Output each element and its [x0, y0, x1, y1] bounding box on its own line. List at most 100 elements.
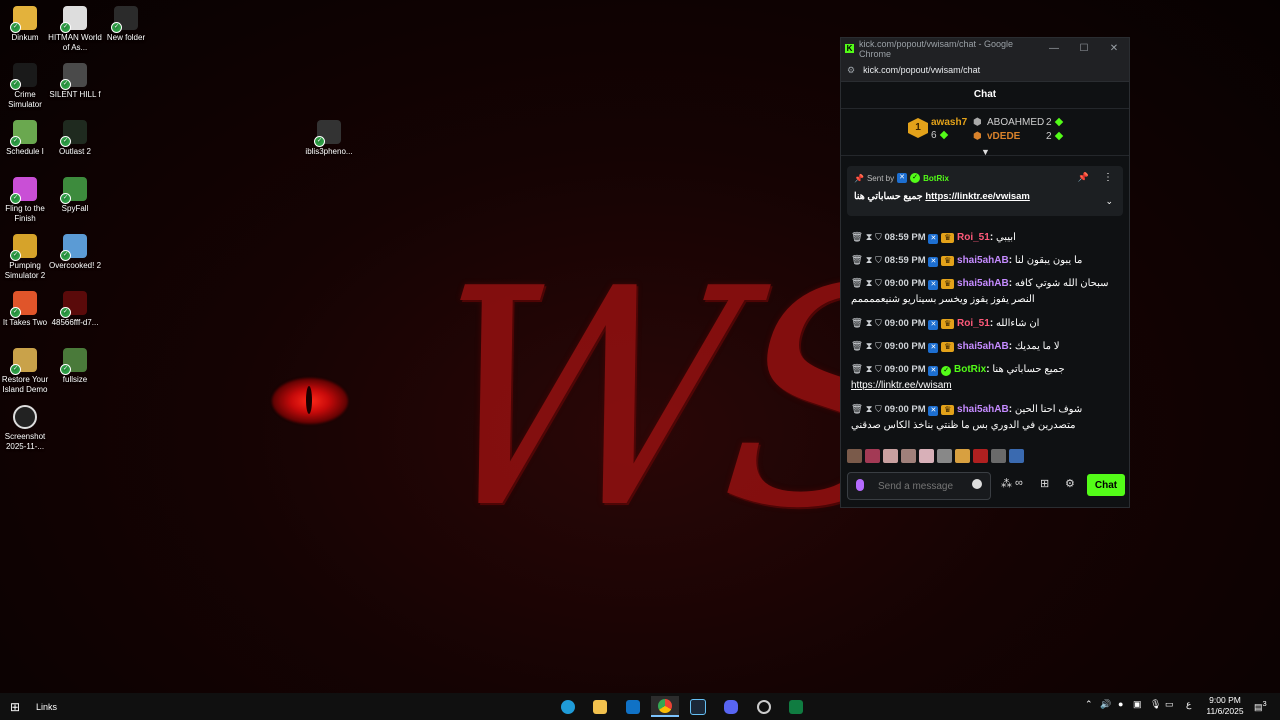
- leaderboard-third-name[interactable]: vDEDE: [987, 131, 1020, 142]
- close-icon[interactable]: ✕: [1099, 43, 1129, 54]
- taskbar-discord[interactable]: [717, 696, 745, 717]
- chat-message[interactable]: 🗑 ⧗ ⛉ 09:00 PM ✕ ♛ shai5ahAB: لا ما يمدي…: [851, 339, 1121, 355]
- url-text[interactable]: kick.com/popout/vwisam/chat: [863, 65, 980, 75]
- emote-button[interactable]: [1009, 449, 1024, 463]
- message-username[interactable]: BotRix: [954, 364, 986, 375]
- gift-gem-icon: [939, 130, 948, 140]
- steam-icon: [690, 698, 706, 715]
- microphone-icon[interactable]: [856, 479, 864, 491]
- emote-button[interactable]: [865, 449, 880, 463]
- expand-chevron-icon[interactable]: ⌄: [1105, 196, 1113, 207]
- site-settings-icon[interactable]: ⚙: [847, 65, 855, 76]
- desktop-icon-48566fff[interactable]: ✓ 48566fff-d7...: [47, 291, 103, 328]
- chat-message[interactable]: 🗑 ⧗ ⛉ 08:59 PM ✕ ♛ shai5ahAB: ما يبون يب…: [851, 253, 1121, 269]
- minimize-icon[interactable]: —: [1039, 43, 1069, 54]
- desktop-icon-it-takes-two[interactable]: ✓ It Takes Two: [0, 291, 53, 328]
- emote-button[interactable]: [883, 449, 898, 463]
- emoji-picker-icon[interactable]: [972, 479, 982, 489]
- chat-message[interactable]: 🗑 ⧗ ⛉ 09:00 PM ✕ ♛ shai5ahAB: سبحان الله…: [851, 276, 1121, 308]
- desktop-icon-spyfall[interactable]: ✓ SpyFall: [47, 177, 103, 214]
- message-input[interactable]: [876, 477, 970, 495]
- emote-button[interactable]: [919, 449, 934, 463]
- desktop-icon-dinkum[interactable]: ✓ Dinkum: [0, 6, 53, 43]
- network-icon[interactable]: ▭: [1165, 699, 1174, 710]
- chat-message[interactable]: 🗑 ⧗ ⛉ 08:59 PM ✕ ♛ Roi_51: ابيبي: [851, 230, 1121, 246]
- excel-icon: [789, 699, 803, 714]
- message-meta: 🗑 ⧗ ⛉ 09:00 PM: [851, 318, 926, 329]
- desktop-icon-new-folder[interactable]: ✓ New folder: [98, 6, 154, 43]
- taskbar-chrome[interactable]: [651, 696, 679, 717]
- gold-medal-icon: 1: [908, 118, 928, 138]
- leaderboard-first-name[interactable]: awash7: [931, 117, 967, 128]
- taskbar-clock[interactable]: 9:00 PM 11/6/2025: [1200, 695, 1250, 717]
- emote-button[interactable]: [847, 449, 862, 463]
- desktop-icon-fullsize[interactable]: ✓ fullsize: [47, 348, 103, 385]
- emote-button[interactable]: [937, 449, 952, 463]
- desktop-icon-silent-hill[interactable]: ✓ SILENT HILL f: [47, 63, 103, 100]
- emote-button[interactable]: [973, 449, 988, 463]
- chat-settings-icon[interactable]: ⚙: [1065, 477, 1075, 490]
- input-language[interactable]: ع: [1186, 699, 1191, 710]
- unpin-icon[interactable]: 📌: [1078, 172, 1089, 183]
- message-username[interactable]: shai5ahAB: [957, 404, 1009, 415]
- desktop-icon-iblis[interactable]: ✓ iblis3pheno...: [301, 120, 357, 157]
- taskbar-file-explorer[interactable]: [586, 696, 614, 717]
- message-meta: 🗑 ⧗ ⛉ 08:59 PM: [851, 232, 926, 243]
- window-titlebar[interactable]: K kick.com/popout/vwisam/chat - Google C…: [841, 38, 1129, 59]
- message-text: جميع حساباتي هنا: [992, 364, 1065, 375]
- iblis-icon: ✓: [314, 120, 341, 147]
- notifications-icon[interactable]: ▤3: [1254, 699, 1267, 713]
- show-hidden-icons[interactable]: ⌃: [1085, 699, 1093, 710]
- taskbar-excel[interactable]: [782, 696, 810, 717]
- windows-start-icon[interactable]: ⊞: [0, 700, 30, 714]
- message-link[interactable]: https://linktr.ee/vwisam: [851, 380, 952, 391]
- desktop-icon-overcooked[interactable]: ✓ Overcooked! 2: [47, 234, 103, 271]
- microphone-tray-icon[interactable]: 🎙: [1150, 699, 1161, 710]
- message-username[interactable]: shai5ahAB: [957, 255, 1009, 266]
- desktop-icon-pumping[interactable]: ✓ Pumping Simulator 2: [0, 234, 53, 281]
- more-options-icon[interactable]: ⋮: [1103, 172, 1113, 183]
- taskbar-outlook[interactable]: [619, 696, 647, 717]
- desktop-icon-screenshot[interactable]: Screenshot 2025-11-...: [0, 405, 53, 452]
- message-username[interactable]: shai5ahAB: [957, 278, 1009, 289]
- taskbar-steam[interactable]: [684, 696, 712, 717]
- desktop-icon-crime-simulator[interactable]: ✓ Crime Simulator: [0, 63, 53, 110]
- tray-app-icon[interactable]: ▣: [1133, 699, 1142, 710]
- taskbar-edge[interactable]: [554, 696, 582, 717]
- address-bar[interactable]: ⚙ kick.com/popout/vwisam/chat: [841, 59, 1129, 82]
- desktop-icon-restore-island[interactable]: ✓ Restore Your Island Demo: [0, 348, 53, 395]
- links-toolbar[interactable]: Links: [36, 702, 57, 712]
- maximize-icon[interactable]: ☐: [1069, 43, 1099, 54]
- antivirus-icon[interactable]: ●: [1118, 699, 1123, 709]
- spyfall-icon: ✓: [60, 177, 87, 204]
- chat-message[interactable]: 🗑 ⧗ ⛉ 09:00 PM ✕ ✓ BotRix: جميع حساباتي …: [851, 362, 1121, 394]
- taskbar-app[interactable]: [750, 696, 778, 717]
- message-username[interactable]: Roi_51: [957, 232, 990, 243]
- leaderboard-second-name[interactable]: ABOAHMED: [987, 117, 1044, 128]
- volume-icon[interactable]: 🔊: [1100, 699, 1111, 710]
- collapse-leaderboard-icon[interactable]: ▼: [981, 147, 990, 157]
- desktop-icon-outlast[interactable]: ✓ Outlast 2: [47, 120, 103, 157]
- kick-badge-icon: ✕: [928, 234, 939, 244]
- outlast-icon: ✓: [60, 120, 87, 147]
- kick-emotes-icon[interactable]: ⁂: [1001, 477, 1012, 490]
- emote-button[interactable]: [955, 449, 970, 463]
- message-input-box[interactable]: [847, 472, 991, 500]
- desktop-icon-schedule[interactable]: ✓ Schedule I: [0, 120, 53, 157]
- chat-messages[interactable]: 🗑 ⧗ ⛉ 08:59 PM ✕ ♛ Roi_51: ابيبي 🗑 ⧗ ⛉ 0…: [841, 218, 1129, 438]
- gift-gem-icon: [1054, 117, 1063, 127]
- emote-button[interactable]: [991, 449, 1006, 463]
- desktop-icon-hitman[interactable]: ✓ HITMAN World of As...: [47, 6, 103, 53]
- desktop-icon-fling[interactable]: ✓ Fling to the Finish: [0, 177, 53, 224]
- chat-header: Chat: [841, 82, 1129, 109]
- chat-message[interactable]: 🗑 ⧗ ⛉ 09:00 PM ✕ ♛ Roi_51: ان شاءالله: [851, 316, 1121, 332]
- gift-icon[interactable]: ⊞: [1040, 477, 1049, 490]
- chat-message[interactable]: 🗑 ⧗ ⛉ 09:00 PM ✕ ♛ shai5ahAB: شوف احنا ا…: [851, 402, 1121, 434]
- infinity-emotes-icon[interactable]: ∞: [1015, 477, 1023, 489]
- send-chat-button[interactable]: Chat: [1087, 474, 1125, 496]
- pinned-sender[interactable]: BotRix: [923, 174, 949, 183]
- message-username[interactable]: Roi_51: [957, 318, 990, 329]
- pinned-link[interactable]: https://linktr.ee/vwisam: [925, 191, 1030, 202]
- emote-button[interactable]: [901, 449, 916, 463]
- message-username[interactable]: shai5ahAB: [957, 341, 1009, 352]
